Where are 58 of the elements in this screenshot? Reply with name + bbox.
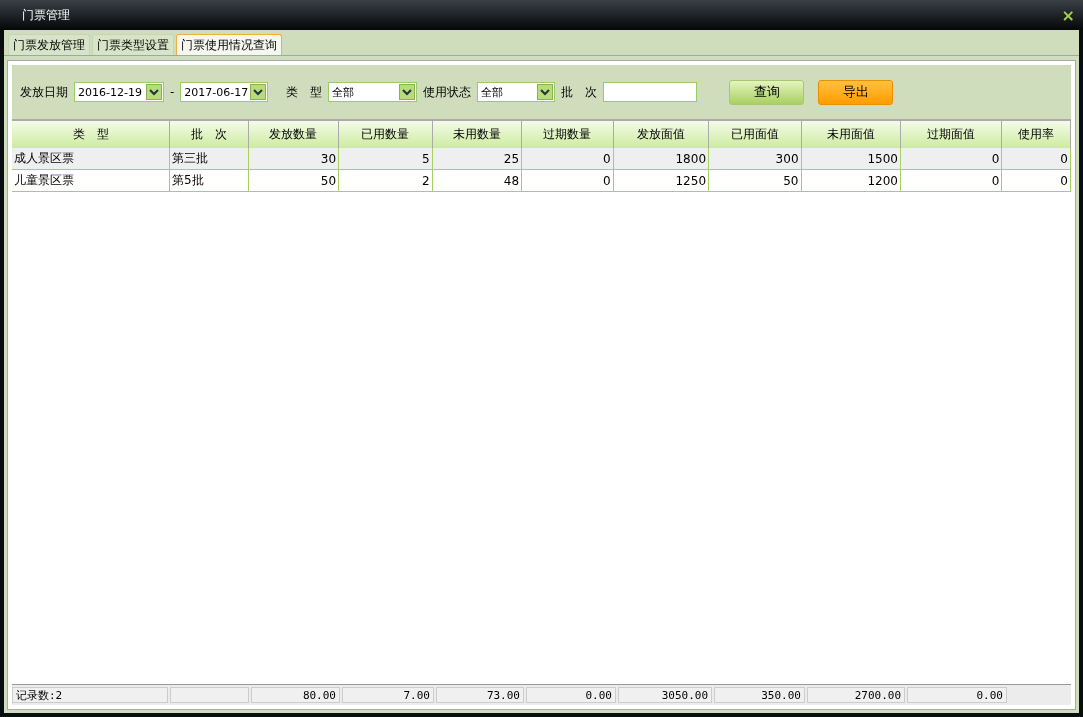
table-cell: 2 — [339, 170, 433, 192]
table-cell: 0 — [522, 170, 614, 192]
summary-cell: 73.00 — [436, 687, 524, 703]
dropdown-field[interactable]: 2016-12-19 — [74, 82, 164, 102]
query-button[interactable]: 查询 — [729, 79, 805, 105]
table-cell: 300 — [709, 148, 802, 170]
table-cell: 0 — [522, 148, 614, 170]
export-button[interactable]: 导出 — [818, 79, 894, 105]
column-header[interactable]: 使用率 — [1002, 121, 1071, 148]
table-cell: 30 — [248, 148, 340, 170]
tab[interactable]: 门票发放管理 — [8, 34, 90, 55]
table-cell: 50 — [248, 170, 340, 192]
dropdown-field[interactable]: 全部 — [328, 82, 418, 102]
table-cell: 0 — [900, 148, 1003, 170]
summary-cell: 80.00 — [251, 687, 340, 703]
status-label: 使用状态 — [423, 83, 472, 101]
table-cell: 第三批 — [170, 148, 249, 170]
summary-cell: 7.00 — [342, 687, 434, 703]
table-cell: 1800 — [613, 148, 710, 170]
column-header[interactable]: 类 型 — [12, 121, 171, 148]
table-cell: 第5批 — [170, 170, 249, 192]
column-header[interactable]: 过期数量 — [522, 121, 614, 148]
tab[interactable]: 门票类型设置 — [92, 34, 174, 55]
column-header[interactable]: 已用数量 — [339, 121, 433, 148]
close-button[interactable]: × — [1061, 5, 1075, 25]
summary-cell: 0.00 — [526, 687, 616, 703]
summary-cell: 3050.00 — [618, 687, 712, 703]
table-cell: 5 — [339, 148, 433, 170]
column-header[interactable]: 过期面值 — [900, 121, 1003, 148]
record-count: 记录数:2 — [12, 687, 168, 703]
table-cell: 48 — [432, 170, 523, 192]
type-label: 类 型 — [286, 83, 323, 101]
summary-cell: 0.00 — [907, 687, 1007, 703]
tab[interactable]: 门票使用情况查询 — [176, 34, 282, 55]
summary-cell: 2700.00 — [807, 687, 905, 703]
table-cell: 1250 — [613, 170, 710, 192]
batch-label: 批 次 — [561, 83, 598, 101]
table-cell: 1200 — [801, 170, 901, 192]
table-cell: 0 — [1002, 148, 1071, 170]
table-cell: 1500 — [801, 148, 901, 170]
summary-cell: 350.00 — [714, 687, 805, 703]
table-cell: 25 — [432, 148, 523, 170]
date-separator: - — [170, 85, 175, 99]
table-cell: 0 — [1002, 170, 1071, 192]
column-header[interactable]: 已用面值 — [709, 121, 802, 148]
table-cell: 0 — [900, 170, 1003, 192]
column-header[interactable]: 发放面值 — [613, 121, 710, 148]
column-header[interactable]: 未用面值 — [801, 121, 901, 148]
table-cell: 成人景区票 — [12, 148, 171, 170]
date-label: 发放日期 — [20, 83, 68, 101]
column-header[interactable]: 批 次 — [170, 121, 249, 148]
window-title: 门票管理 — [22, 6, 70, 24]
dropdown-field[interactable]: 2017-06-17 — [180, 82, 269, 102]
table-cell: 50 — [709, 170, 802, 192]
table-cell: 儿童景区票 — [12, 170, 171, 192]
column-header[interactable]: 未用数量 — [432, 121, 523, 148]
dropdown-field[interactable]: 全部 — [477, 82, 556, 102]
column-header[interactable]: 发放数量 — [248, 121, 340, 148]
